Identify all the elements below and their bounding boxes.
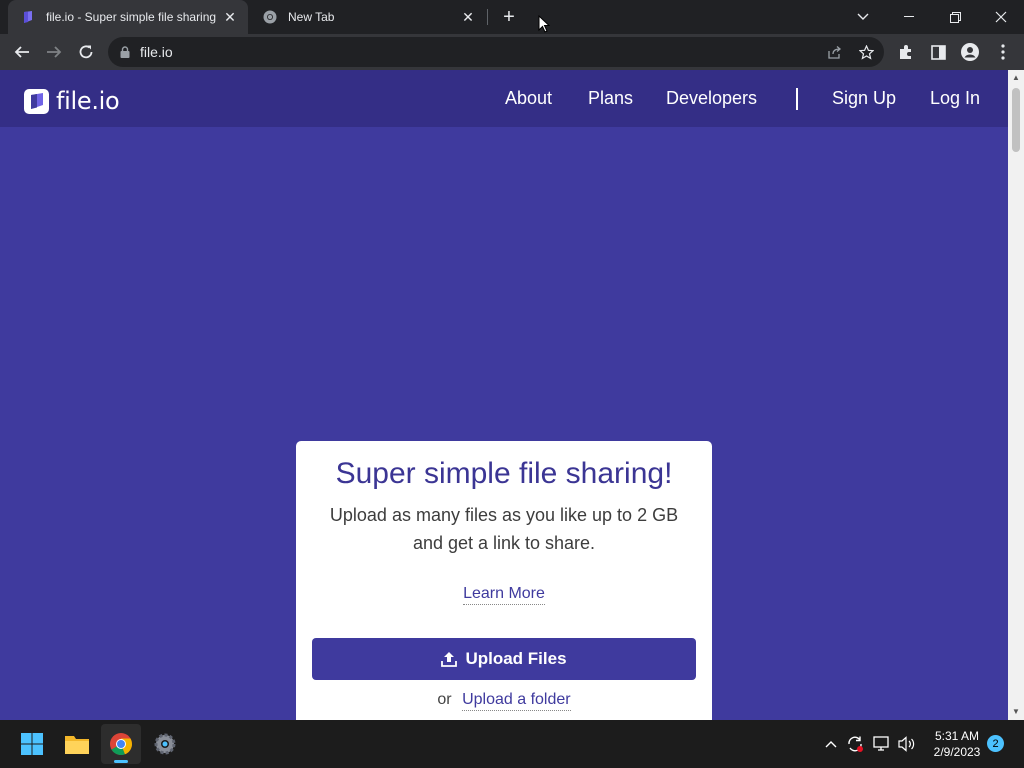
chrome-favicon: [262, 9, 278, 25]
tab-title: file.io - Super simple file sharing: [46, 10, 217, 24]
tab-title: New Tab: [288, 10, 335, 24]
close-window-icon[interactable]: [978, 0, 1024, 34]
card-heading: Super simple file sharing!: [335, 457, 673, 490]
learn-more-link[interactable]: Learn More: [463, 585, 545, 605]
profile-icon[interactable]: [960, 42, 980, 62]
active-app-indicator: [114, 760, 128, 763]
chrome-icon[interactable]: [101, 724, 141, 764]
restore-icon[interactable]: [932, 0, 978, 34]
card-subtitle: Upload as many files as you like up to 2…: [329, 505, 679, 553]
browser-tabstrip: file.io - Super simple file sharing ✕ Ne…: [0, 0, 1024, 34]
scrollbar-thumb[interactable]: [1012, 88, 1020, 152]
tab-new-tab[interactable]: New Tab ✕: [250, 0, 486, 34]
nav-developers[interactable]: Developers: [666, 88, 757, 109]
file-explorer-icon[interactable]: [57, 724, 97, 764]
close-icon[interactable]: ✕: [220, 7, 240, 27]
extensions-icon[interactable]: [896, 42, 916, 62]
close-icon[interactable]: ✕: [458, 7, 478, 27]
mouse-cursor-icon: [538, 14, 551, 38]
scroll-down-arrow-icon[interactable]: ▼: [1012, 708, 1020, 716]
nav-divider: [796, 88, 798, 110]
tab-separator: [487, 9, 488, 25]
or-text: or: [437, 691, 452, 708]
fileio-logo-icon: [24, 88, 49, 114]
fileio-favicon: [20, 9, 36, 25]
page-viewport: file.io About Plans Developers Sign Up L…: [0, 70, 1008, 720]
nav-login[interactable]: Log In: [930, 88, 980, 109]
windows-taskbar: 5:31 AM 2/9/2023 2: [0, 720, 1024, 768]
menu-icon[interactable]: [993, 42, 1013, 62]
upload-folder-link[interactable]: Upload a folder: [462, 691, 571, 711]
lock-icon[interactable]: [120, 46, 130, 58]
sidepanel-icon[interactable]: [928, 42, 948, 62]
settings-icon[interactable]: [145, 724, 185, 764]
star-icon[interactable]: [858, 44, 874, 60]
site-navbar: file.io About Plans Developers Sign Up L…: [0, 70, 1008, 127]
minimize-icon[interactable]: [886, 0, 932, 34]
share-icon[interactable]: [826, 44, 842, 60]
nav-plans[interactable]: Plans: [588, 88, 633, 109]
browser-toolbar: file.io: [0, 34, 1024, 70]
address-bar[interactable]: file.io: [108, 37, 884, 67]
url-text: file.io: [140, 44, 173, 60]
notification-badge[interactable]: 2: [987, 735, 1004, 752]
upload-card: Super simple file sharing! Upload as man…: [296, 441, 712, 720]
page-scrollbar[interactable]: ▲ ▼: [1008, 70, 1024, 720]
plus-icon[interactable]: +: [498, 6, 520, 28]
clock-date: 2/9/2023: [933, 745, 981, 759]
brand-logo-link[interactable]: file.io: [24, 87, 120, 115]
sync-icon[interactable]: [845, 734, 865, 754]
reload-icon[interactable]: [72, 38, 100, 66]
nav-about[interactable]: About: [505, 88, 552, 109]
nav-signup[interactable]: Sign Up: [832, 88, 896, 109]
volume-icon[interactable]: [897, 734, 917, 754]
taskbar-clock[interactable]: 5:31 AM 2/9/2023: [922, 728, 992, 760]
back-icon[interactable]: [8, 38, 36, 66]
forward-icon[interactable]: [40, 38, 68, 66]
chevron-down-icon[interactable]: [840, 0, 886, 34]
tab-fileio[interactable]: file.io - Super simple file sharing ✕: [8, 0, 248, 34]
network-icon[interactable]: [872, 734, 892, 754]
chevron-up-icon[interactable]: [821, 734, 841, 754]
learn-more-row: Learn More: [296, 585, 712, 605]
brand-name: file.io: [56, 87, 120, 115]
scroll-up-arrow-icon[interactable]: ▲: [1012, 74, 1020, 82]
upload-folder-row: or Upload a folder: [296, 691, 712, 711]
upload-files-label: Upload Files: [465, 649, 567, 668]
clock-time: 5:31 AM: [934, 729, 980, 743]
upload-files-button[interactable]: Upload Files: [312, 638, 696, 680]
windows-start-icon[interactable]: [12, 724, 52, 764]
upload-icon: [441, 651, 458, 667]
